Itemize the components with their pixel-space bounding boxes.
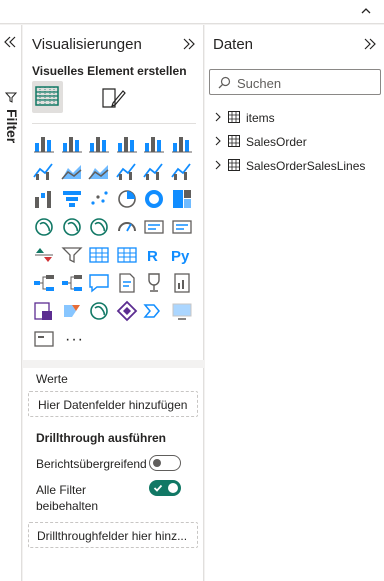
table-icon[interactable] (87, 243, 111, 267)
chevron-right-icon[interactable] (213, 136, 223, 146)
diamond-visual-icon[interactable] (115, 299, 139, 323)
clustered-column-chart-icon[interactable] (115, 131, 139, 155)
tv-visual-icon[interactable] (170, 299, 194, 323)
dataflow-visual-icon[interactable] (142, 299, 166, 323)
table-item[interactable]: items (213, 109, 378, 127)
values-drop-zone[interactable]: Hier Datenfelder hinzufügen (28, 391, 198, 417)
table-name: SalesOrder (246, 135, 307, 149)
filter-pane-label[interactable]: Filter (2, 109, 20, 169)
stacked-bar-chart-icon[interactable] (32, 131, 56, 155)
python-visual-icon[interactable]: Py (170, 243, 194, 267)
treemap-icon[interactable] (170, 187, 194, 211)
clustered-bar-chart-icon[interactable] (87, 131, 111, 155)
search-input[interactable]: Suchen (209, 69, 381, 95)
search-icon (218, 76, 231, 89)
keep-all-filters-label: Alle Filter beibehalten (36, 483, 99, 513)
format-visual-icon (102, 88, 126, 108)
data-pane-title: Daten (213, 36, 254, 53)
section-divider (23, 360, 204, 368)
multi-row-card-icon[interactable] (170, 215, 194, 239)
collapse-right-icon[interactable] (362, 37, 378, 51)
svg-text:Py: Py (171, 248, 190, 265)
powerapps-icon[interactable] (32, 299, 56, 323)
line-and-stacked-column-chart-icon[interactable] (115, 159, 139, 183)
donut-chart-icon[interactable] (142, 187, 166, 211)
stacked-area-chart-icon[interactable] (87, 159, 111, 183)
matrix-icon[interactable] (115, 243, 139, 267)
divider (32, 123, 196, 124)
scatter-chart-icon[interactable] (87, 187, 111, 211)
metrics-icon[interactable] (142, 271, 166, 295)
key-influencers-icon[interactable] (32, 271, 56, 295)
waterfall-chart-icon[interactable] (32, 187, 56, 211)
map-icon[interactable] (32, 215, 56, 239)
paginated-report-icon[interactable] (170, 271, 194, 295)
line-and-clustered-column-chart-icon[interactable] (142, 159, 166, 183)
kpi-icon[interactable] (32, 243, 56, 267)
values-well-label: Werte (36, 372, 68, 386)
visualizations-pane: Visualisierungen Visuelles Element erste… (23, 25, 204, 581)
drillthrough-heading: Drillthrough ausführen (36, 431, 166, 445)
keep-all-filters-toggle[interactable] (149, 480, 181, 496)
cross-report-label: Berichtsübergreifend (36, 457, 147, 471)
table-item[interactable]: SalesOrder (213, 133, 378, 151)
r-visual-icon[interactable]: R (142, 243, 166, 267)
100-stacked-column-chart-icon[interactable] (170, 131, 194, 155)
filter-funnel-icon (5, 92, 17, 103)
table-name: SalesOrderSalesLines (246, 159, 366, 173)
check-icon (153, 484, 163, 492)
area-chart-icon[interactable] (60, 159, 84, 183)
power-automate-icon[interactable] (60, 299, 84, 323)
filter-pane-collapsed[interactable]: Filter (0, 25, 22, 581)
data-pane: Daten Suchen items SalesOrder SalesOrderSa… (205, 25, 384, 581)
100-stacked-bar-chart-icon[interactable] (142, 131, 166, 155)
line-chart-icon[interactable] (32, 159, 56, 183)
toggle-knob (168, 483, 178, 493)
table-item[interactable]: SalesOrderSalesLines (213, 157, 378, 175)
pie-chart-icon[interactable] (115, 187, 139, 211)
chevron-right-icon[interactable] (213, 112, 223, 122)
funnel-chart-icon[interactable] (60, 187, 84, 211)
filled-map-icon[interactable] (60, 215, 84, 239)
table-icon (228, 135, 240, 147)
azure-map-icon[interactable] (87, 215, 111, 239)
card-icon[interactable] (142, 215, 166, 239)
decomposition-tree-icon[interactable] (60, 271, 84, 295)
format-visual-tab[interactable] (99, 83, 127, 111)
smart-narrative-icon[interactable] (115, 271, 139, 295)
build-visual-icon (35, 86, 59, 106)
toggle-knob (153, 459, 161, 467)
expand-left-icon[interactable] (2, 35, 18, 49)
ribbon-chart-icon[interactable] (170, 159, 194, 183)
drillthrough-drop-zone[interactable]: Drillthroughfelder hier hinz... (28, 522, 198, 548)
collapse-right-icon[interactable] (181, 37, 197, 51)
stacked-column-chart-icon[interactable] (60, 131, 84, 155)
svg-text:R: R (147, 248, 158, 265)
table-name: items (246, 111, 275, 125)
arcgis-map-icon[interactable] (87, 299, 111, 323)
top-bar (0, 0, 384, 24)
visualizations-title: Visualisierungen (32, 36, 142, 53)
build-visual-subtitle: Visuelles Element erstellen (32, 64, 187, 78)
qa-icon[interactable] (87, 271, 111, 295)
chevron-up-icon[interactable] (360, 5, 372, 17)
custom-visual-icon[interactable] (32, 327, 56, 351)
gauge-icon[interactable] (115, 215, 139, 239)
table-icon (228, 159, 240, 171)
cross-report-toggle[interactable] (149, 455, 181, 471)
chevron-right-icon[interactable] (213, 160, 223, 170)
more-visuals-button[interactable]: ··· (65, 331, 84, 349)
table-icon (228, 111, 240, 123)
slicer-icon[interactable] (60, 243, 84, 267)
build-visual-tab[interactable] (32, 81, 63, 113)
search-placeholder: Suchen (237, 76, 282, 91)
